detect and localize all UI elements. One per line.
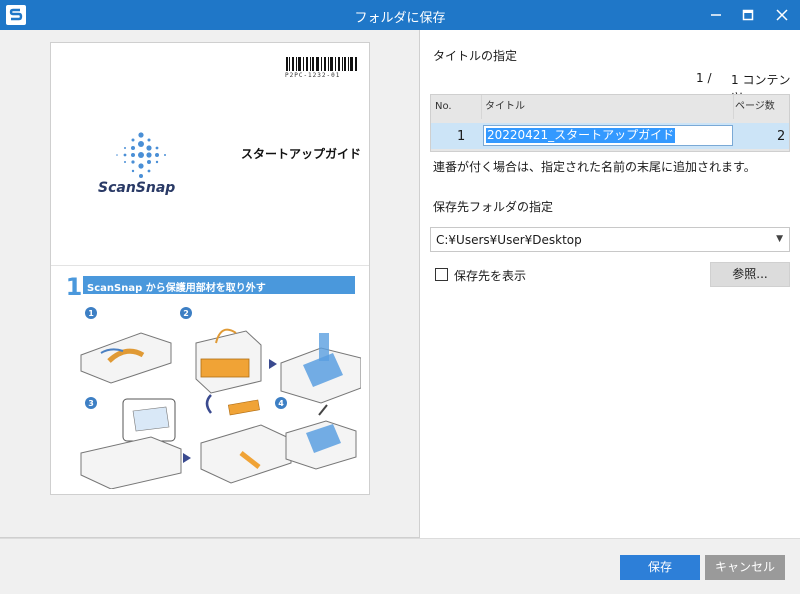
cancel-button[interactable]: キャンセル [705,555,785,580]
scansnap-logo-text: ScanSnap [98,180,176,196]
column-divider [733,95,734,119]
row-page-count: 2 [777,129,786,144]
column-header-title[interactable]: タイトル [485,95,525,119]
svg-text:3: 3 [88,399,94,408]
column-divider [481,95,482,119]
page-preview[interactable]: P2PC-1232-01 ScanSnap スタートアップガイド 1 ScanS… [50,42,370,495]
svg-text:2: 2 [183,309,189,318]
show-folder-checkbox[interactable] [435,268,448,281]
step-heading: ScanSnap から保護用部材を取り外す [87,283,266,294]
browse-button[interactable]: 参照... [710,262,790,287]
step-number: 1 [65,273,83,301]
title-bar: フォルダに保存 [0,0,800,30]
save-folder-path: C:¥Users¥User¥Desktop [436,233,582,247]
preview-cover: P2PC-1232-01 ScanSnap スタートアップガイド [51,43,369,265]
step-illustrations: 1 2 3 4 [80,307,361,489]
column-header-pages[interactable]: ページ数 [735,95,775,119]
barcode-image [286,57,357,71]
column-header-no[interactable]: No. [435,95,452,119]
window-title: フォルダに保存 [354,11,446,26]
title-section-heading: タイトルの指定 [433,49,518,63]
show-folder-label[interactable]: 保存先を表示 [454,267,526,284]
close-icon[interactable] [766,0,798,30]
page-divider [51,265,369,266]
svg-text:1: 1 [88,309,94,318]
maximize-icon[interactable] [732,0,764,30]
preview-pane: P2PC-1232-01 ScanSnap スタートアップガイド 1 ScanS… [0,30,420,568]
sequence-note: 連番が付く場合は、指定された名前の末尾に追加されます。 [433,160,756,174]
title-edit-field[interactable]: 20220421_スタートアップガイド [483,125,733,146]
save-folder-select[interactable]: C:¥Users¥User¥Desktop ▼ [430,227,790,252]
save-button[interactable]: 保存 [620,555,700,580]
dialog-footer: 保存 キャンセル [0,538,800,594]
title-table: No. タイトル ページ数 1 20220421_スタートアップガイド 2 [430,94,790,152]
scansnap-logo-dots [116,132,166,178]
row-number: 1 [457,129,466,144]
minimize-icon[interactable] [700,0,732,30]
chevron-down-icon: ▼ [776,234,783,244]
folder-section-heading: 保存先フォルダの指定 [433,200,554,214]
barcode-number: P2PC-1232-01 [285,72,341,79]
svg-text:4: 4 [278,399,284,408]
preview-doc-title: スタートアップガイド [241,147,362,161]
settings-pane: タイトルの指定 1 / 1 コンテンツ No. タイトル ページ数 1 2022… [420,30,800,538]
title-edit-value: 20220421_スタートアップガイド [486,128,676,143]
content-count: 1 / [696,71,712,85]
